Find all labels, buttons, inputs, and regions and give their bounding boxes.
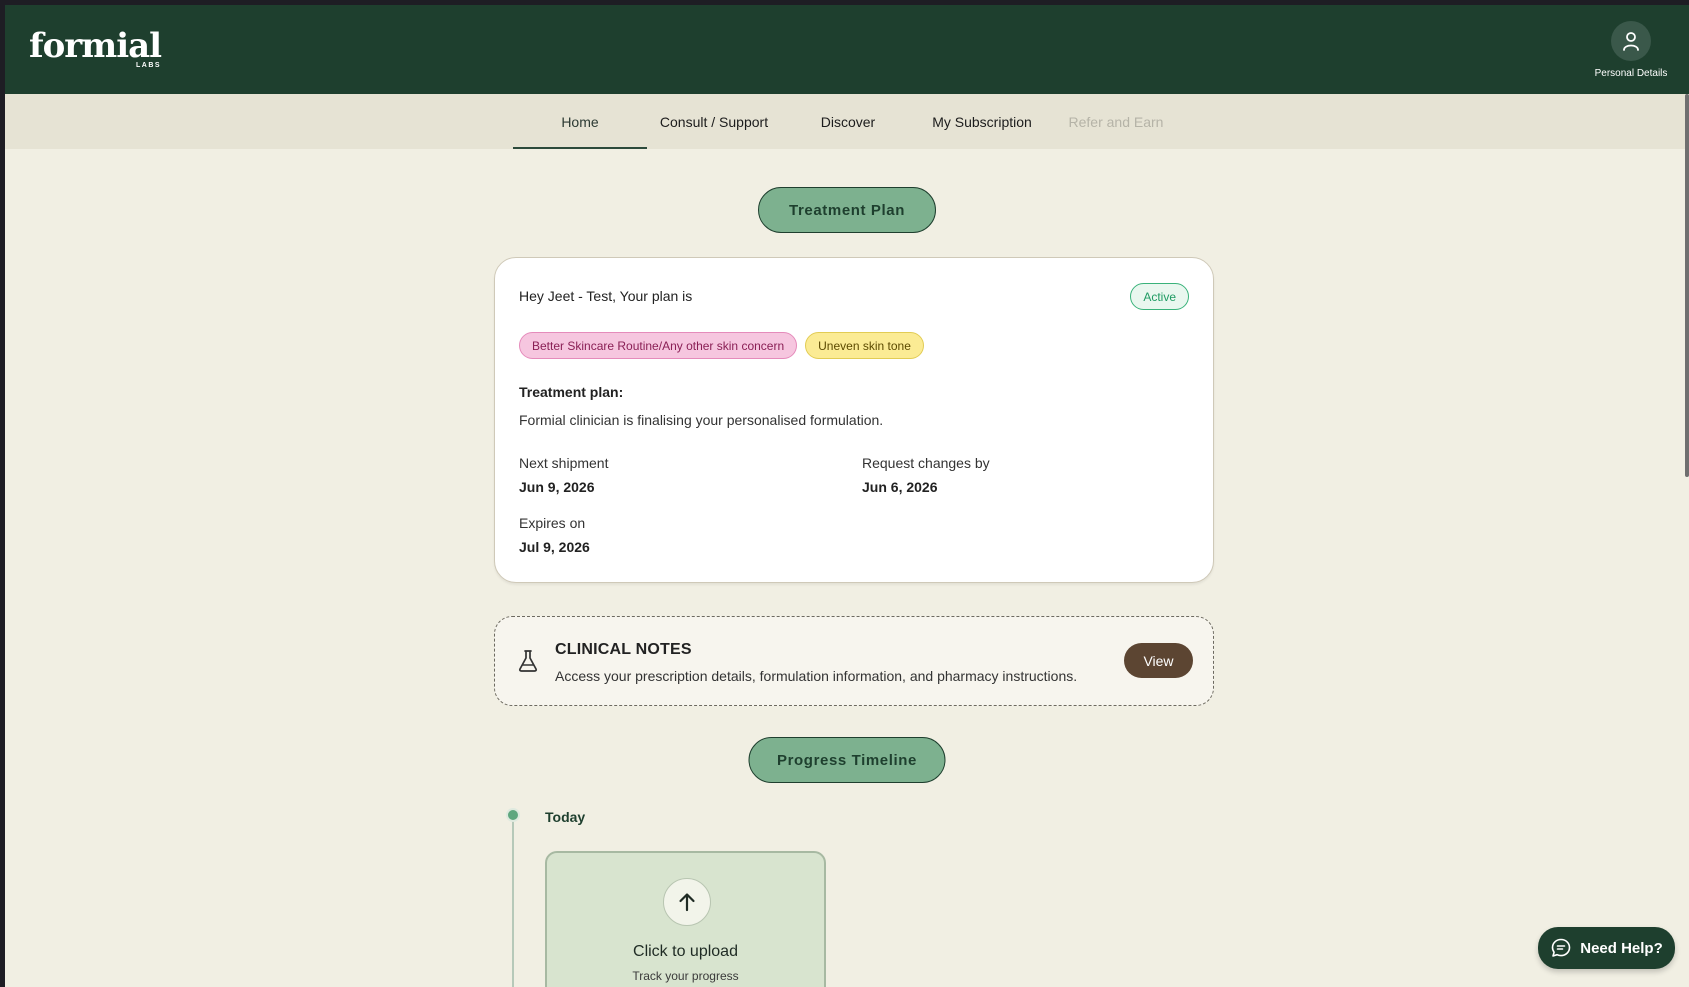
nav-tab-consult-support[interactable]: Consult / Support: [647, 94, 781, 149]
treatment-plan-heading: Treatment Plan: [758, 187, 936, 233]
timeline-today-label: Today: [545, 809, 586, 825]
upload-subtitle: Track your progress: [632, 969, 739, 983]
user-icon: [1611, 21, 1651, 61]
nav-tab-home[interactable]: Home: [513, 94, 647, 149]
logo-subtitle: LABS: [136, 62, 162, 69]
formial-logo[interactable]: formial LABS: [29, 26, 162, 69]
expires-label: Expires on: [519, 515, 586, 531]
arrow-up-icon: [663, 878, 711, 926]
upload-progress-card[interactable]: Click to upload Track your progress: [545, 851, 826, 987]
timeline-line: [512, 816, 514, 987]
next-shipment-value: Jun 9, 2026: [519, 479, 595, 495]
personal-details-label: Personal Details: [1594, 68, 1668, 79]
top-header: formial LABS Personal Details: [5, 5, 1689, 94]
nav-tab-refer-and-earn[interactable]: Refer and Earn: [1049, 94, 1183, 149]
view-clinical-notes-button[interactable]: View: [1124, 643, 1193, 678]
progress-timeline-heading: Progress Timeline: [748, 737, 946, 783]
logo-wordmark: formial: [29, 26, 162, 66]
status-badge: Active: [1130, 283, 1189, 310]
clinical-notes-title: CLINICAL NOTES: [555, 641, 692, 658]
request-changes-label: Request changes by: [862, 455, 990, 471]
clinical-notes-card: CLINICAL NOTES Access your prescription …: [494, 616, 1214, 706]
timeline-dot: [506, 808, 520, 822]
treatment-plan-label: Treatment plan:: [519, 384, 624, 400]
clinical-notes-description: Access your prescription details, formul…: [555, 668, 1078, 684]
flask-icon: [518, 650, 538, 672]
expires-value: Jul 9, 2026: [519, 539, 590, 555]
concern-tags: Better Skincare Routine/Any other skin c…: [519, 332, 924, 359]
treatment-plan-text: Formial clinician is finalising your per…: [519, 412, 884, 428]
nav-tab-discover[interactable]: Discover: [781, 94, 915, 149]
nav-tab-my-subscription[interactable]: My Subscription: [915, 94, 1049, 149]
chat-icon: [1551, 938, 1571, 957]
treatment-plan-card: Hey Jeet - Test, Your plan is Active Bet…: [494, 257, 1214, 583]
main-nav: Home Consult / Support Discover My Subsc…: [5, 94, 1689, 149]
concern-tag: Better Skincare Routine/Any other skin c…: [519, 332, 798, 359]
page-scrollbar[interactable]: [1685, 94, 1689, 477]
concern-tag: Uneven skin tone: [805, 332, 924, 359]
need-help-button[interactable]: Need Help?: [1538, 927, 1675, 969]
request-changes-value: Jun 6, 2026: [862, 479, 938, 495]
next-shipment-label: Next shipment: [519, 455, 609, 471]
app-frame: formial LABS Personal Details Home Consu…: [5, 5, 1689, 987]
plan-greeting: Hey Jeet - Test, Your plan is: [519, 288, 693, 304]
need-help-label: Need Help?: [1580, 939, 1663, 957]
personal-details-button[interactable]: Personal Details: [1591, 21, 1671, 79]
upload-title: Click to upload: [633, 943, 738, 960]
